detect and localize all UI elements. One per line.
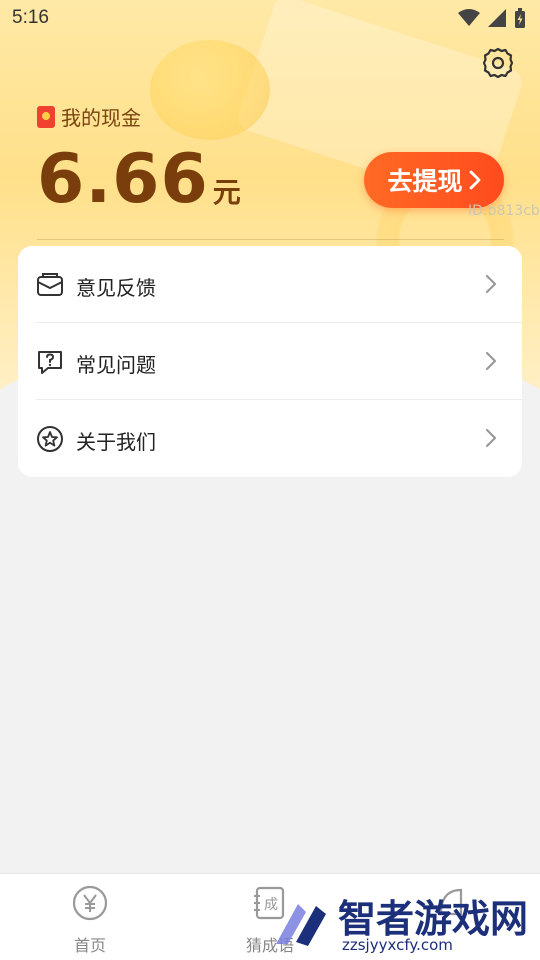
decorative-coin	[150, 40, 270, 140]
menu-item-about[interactable]: 关于我们	[18, 400, 522, 477]
withdraw-button[interactable]: 去提现	[364, 152, 504, 208]
chevron-right-icon	[485, 274, 497, 294]
menu-item-feedback[interactable]: 意见反馈	[18, 246, 522, 323]
battery-icon	[515, 8, 525, 28]
chevron-right-icon	[485, 428, 497, 448]
menu-item-label: 关于我们	[76, 430, 156, 454]
cash-amount: 6.66 元	[37, 140, 241, 219]
yen-coin-icon	[72, 885, 108, 921]
watermark-text: 智者游戏网	[338, 897, 529, 941]
wifi-icon	[458, 9, 480, 26]
gear-icon	[482, 47, 514, 79]
status-bar: 5:16	[0, 0, 540, 38]
cash-label: 我的现金	[37, 102, 141, 131]
menu-item-faq[interactable]: 常见问题	[18, 323, 522, 400]
amount-unit: 元	[212, 176, 241, 209]
star-circle-icon	[37, 426, 63, 452]
chevron-right-icon	[485, 351, 497, 371]
cell-signal-icon	[488, 9, 506, 27]
amount-value: 6.66	[37, 140, 209, 219]
user-id: ID:b813cb	[468, 203, 540, 219]
cash-label-text: 我的现金	[61, 106, 141, 130]
status-icons	[458, 8, 526, 28]
tab-home[interactable]: 首页	[30, 884, 150, 956]
header-divider	[37, 239, 504, 240]
watermark-logo-icon	[276, 904, 326, 946]
status-time: 5:16	[12, 7, 49, 28]
settings-button[interactable]	[481, 46, 515, 80]
menu-item-label: 常见问题	[76, 353, 156, 377]
menu-card: 意见反馈 常见问题 关于我们	[18, 246, 522, 477]
tab-label: 首页	[73, 936, 106, 955]
withdraw-label: 去提现	[387, 167, 463, 196]
red-packet-icon	[37, 105, 55, 128]
question-chat-icon	[38, 351, 62, 374]
menu-item-label: 意见反馈	[76, 276, 156, 300]
feedback-mail-icon	[37, 273, 63, 296]
site-watermark: 智者游戏网 zzsjyyxcfy.com	[268, 888, 540, 960]
watermark-url: zzsjyyxcfy.com	[342, 936, 453, 954]
chevron-right-icon	[469, 170, 480, 190]
